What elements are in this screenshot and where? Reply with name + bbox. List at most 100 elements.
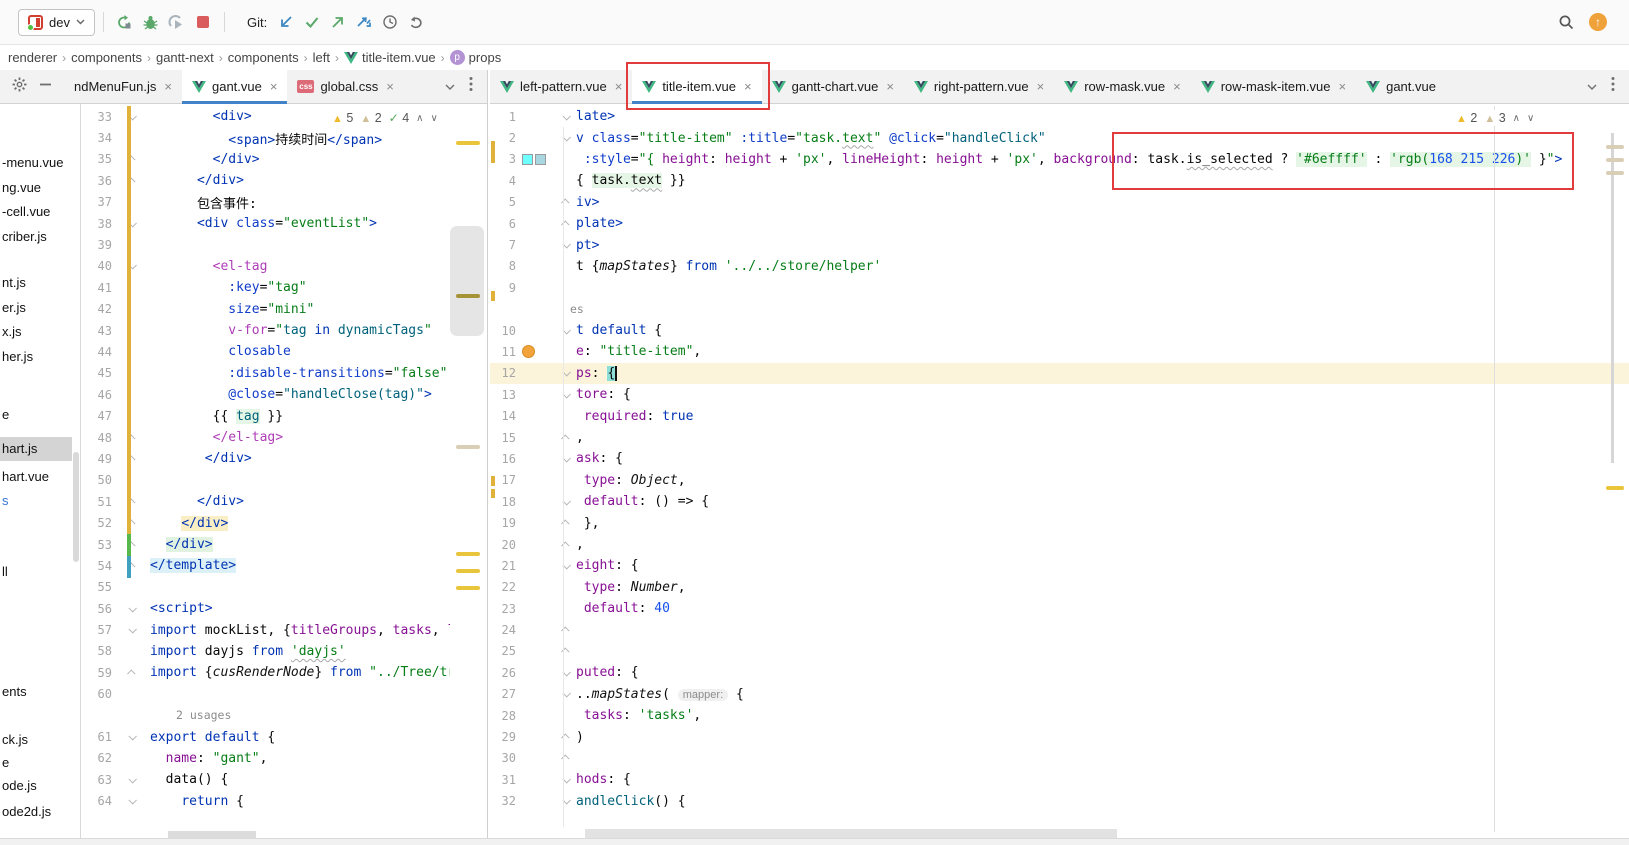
code-line-32[interactable]: 32andleClick() { [490,791,1629,812]
update-available-icon[interactable]: ↑ [1589,13,1607,31]
breadcrumb-item-gantt-next[interactable]: gantt-next [152,50,218,65]
code-line-10[interactable]: 10t default { [490,320,1629,341]
code-line-26[interactable]: 26puted: { [490,662,1629,683]
tab-gant.vue[interactable]: gant.vue [1356,70,1446,103]
code-line-57[interactable]: 57import mockList, {titleGroups, tasks, … [80,619,450,640]
chevron-down-icon[interactable] [445,78,455,96]
scrollbar-thumb[interactable] [1611,133,1614,463]
file-item-e[interactable]: e [0,403,72,427]
file-item-criber.js[interactable]: criber.js [0,225,72,249]
kebab-menu-icon[interactable] [469,76,473,97]
code-line-30[interactable]: 30 [490,748,1629,769]
breadcrumb-item-components[interactable]: components [224,50,303,65]
code-line-55[interactable]: 55 [80,577,450,598]
next-problem-icon[interactable]: ∨ [430,113,437,124]
code-line-8[interactable]: 8t {mapStates} from '../../store/helper' [490,256,1629,277]
code-line-61[interactable]: 61export default { [80,726,450,747]
code-line-11[interactable]: 11e: "title-item", [490,341,1629,362]
fold-marker[interactable] [558,520,574,526]
code-line-50[interactable]: 50 [80,470,450,491]
code-line-38[interactable]: 38 <div class="eventList"> [80,213,450,234]
code-line-17[interactable]: 17 type: Object, [490,470,1629,491]
file-item-x.js[interactable]: x.js [0,320,72,344]
search-icon[interactable] [1553,9,1579,35]
hide-panel-icon[interactable] [39,78,52,96]
tab-left-pattern.vue[interactable]: left-pattern.vue× [490,70,632,103]
tab-gantt-chart.vue[interactable]: gantt-chart.vue× [762,70,904,103]
fold-marker[interactable] [558,370,574,376]
color-preview-chip[interactable] [535,154,546,165]
fold-marker[interactable] [558,499,574,505]
code-line-43[interactable]: 43 v-for="tag in dynamicTags" [80,320,450,341]
fold-marker[interactable] [558,691,574,697]
code-line-45[interactable]: 45 :disable-transitions="false" [80,363,450,384]
close-icon[interactable]: × [1339,79,1347,94]
code-line-7[interactable]: 7pt> [490,234,1629,255]
file-item-hart.vue[interactable]: hart.vue [0,465,72,489]
code-line-39[interactable]: 39 [80,234,450,255]
code-line-48[interactable]: 48 </el-tag> [80,427,450,448]
code-line-41[interactable]: 41 :key="tag" [80,277,450,298]
inspections-widget-right[interactable]: ▲ 2 ▲ 3 ∧ ∨ [1452,110,1538,126]
code-line-56[interactable]: 56<script> [80,598,450,619]
fold-marker[interactable] [124,777,140,783]
code-line-16[interactable]: 16ask: { [490,448,1629,469]
fold-marker[interactable] [558,798,574,804]
tab-ndMenuFun.js[interactable]: ndMenuFun.js× [64,70,182,103]
git-merge-icon[interactable] [351,9,377,35]
stop-icon[interactable] [190,9,216,35]
file-item-her.js[interactable]: her.js [0,345,72,369]
code-line-15[interactable]: 15, [490,427,1629,448]
debug-icon[interactable] [138,9,164,35]
close-icon[interactable]: × [164,79,172,94]
fold-marker[interactable] [558,777,574,783]
code-line-53[interactable]: 53 </div> [80,534,450,555]
code-line-42[interactable]: 42 size="mini" [80,299,450,320]
tab-row-mask.vue[interactable]: row-mask.vue× [1054,70,1191,103]
tab-title-item.vue[interactable]: title-item.vue× [632,70,761,103]
profiler-icon[interactable] [164,9,190,35]
fold-marker[interactable] [558,435,574,441]
file-item-ck.js[interactable]: ck.js [0,728,72,752]
code-line-14[interactable]: 14 required: true [490,405,1629,426]
gear-icon[interactable] [12,77,27,97]
fold-marker[interactable] [124,734,140,740]
file-item-nt.js[interactable]: nt.js [0,271,72,295]
git-push-icon[interactable] [325,9,351,35]
fold-marker[interactable] [124,670,140,676]
code-line-27[interactable]: 27..mapStates( mapper: { [490,684,1629,705]
kebab-menu-icon[interactable] [1611,76,1615,97]
tab-row-mask-item.vue[interactable]: row-mask-item.vue× [1191,70,1356,103]
breadcrumb-item-components[interactable]: components [67,50,146,65]
fold-marker[interactable] [124,798,140,804]
fold-marker[interactable] [558,734,574,740]
breadcrumb-item-renderer[interactable]: renderer [4,50,61,65]
code-line-62[interactable]: 62 name: "gant", [80,748,450,769]
fold-marker[interactable] [558,542,574,548]
code-line-18[interactable]: 18 default: () => { [490,491,1629,512]
code-line-35[interactable]: 35 </div> [80,149,450,170]
code-line-44[interactable]: 44 closable [80,341,450,362]
code-line-59[interactable]: 59import {cusRenderNode} from "../Tree/t… [80,662,450,683]
code-line-22[interactable]: 22 type: Number, [490,577,1629,598]
close-icon[interactable]: × [744,79,752,94]
code-line-12[interactable]: 12ps: { [490,363,1629,384]
code-line-29[interactable]: 29) [490,726,1629,747]
code-line-49[interactable]: 49 </div> [80,448,450,469]
rerun-icon[interactable] [112,9,138,35]
git-update-project-icon[interactable] [273,9,299,35]
pane-divider[interactable] [487,70,488,845]
file-item-ode2d.js[interactable]: ode2d.js [0,800,72,824]
file-item--menu.vue[interactable]: -menu.vue [0,151,72,175]
close-icon[interactable]: × [886,79,894,94]
code-line-40[interactable]: 40 <el-tag [80,256,450,277]
close-icon[interactable]: × [386,79,394,94]
tab-global.css[interactable]: cssglobal.css× [287,70,403,103]
fold-marker[interactable] [558,242,574,248]
file-item-e[interactable]: e [0,751,72,775]
code-line-20[interactable]: 20, [490,534,1629,555]
fold-marker[interactable] [558,563,574,569]
file-item-s[interactable]: s [0,489,72,513]
prev-problem-icon[interactable]: ∧ [1513,113,1520,124]
file-item-ng.vue[interactable]: ng.vue [0,176,72,200]
